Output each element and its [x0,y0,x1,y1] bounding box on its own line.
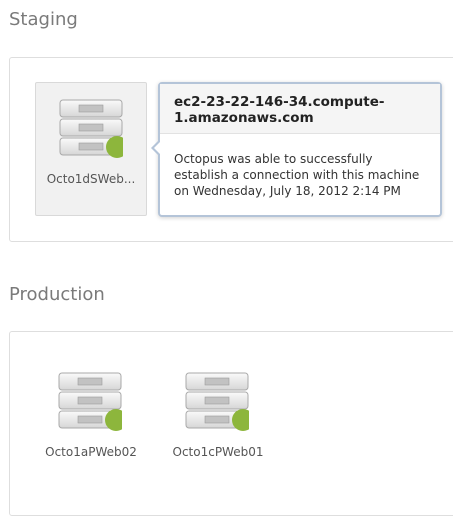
machine-tile[interactable]: Octo1aPWeb02 [35,356,147,490]
popover-arrow [151,140,160,156]
server-icon [59,99,123,158]
machine-label: Octo1dSWeb... [46,172,136,186]
environment-panel-staging: Octo1dSWeb... ec2-23-22-146-34.compute-1… [9,57,453,242]
machine-tile[interactable]: Octo1cPWeb01 [162,356,274,490]
popover-hostname: ec2-23-22-146-34.compute-1.amazonaws.com [160,84,440,134]
popover-message: Octopus was able to successfully establi… [174,152,420,198]
environment-panel-production: Octo1aPWeb02 Octo1cPWeb01 [9,331,453,516]
environment-title-staging: Staging [9,9,78,30]
environment-title-production: Production [9,284,105,305]
server-icon [58,372,122,431]
machine-label: Octo1aPWeb02 [45,445,137,459]
environments-page: Staging Octo1dSWeb... ec2-23-22-146-34.c… [0,0,453,529]
machine-label: Octo1cPWeb01 [172,445,264,459]
machine-details-popover: ec2-23-22-146-34.compute-1.amazonaws.com… [151,82,442,217]
server-icon [185,372,249,431]
machine-tile[interactable]: Octo1dSWeb... [35,82,147,216]
